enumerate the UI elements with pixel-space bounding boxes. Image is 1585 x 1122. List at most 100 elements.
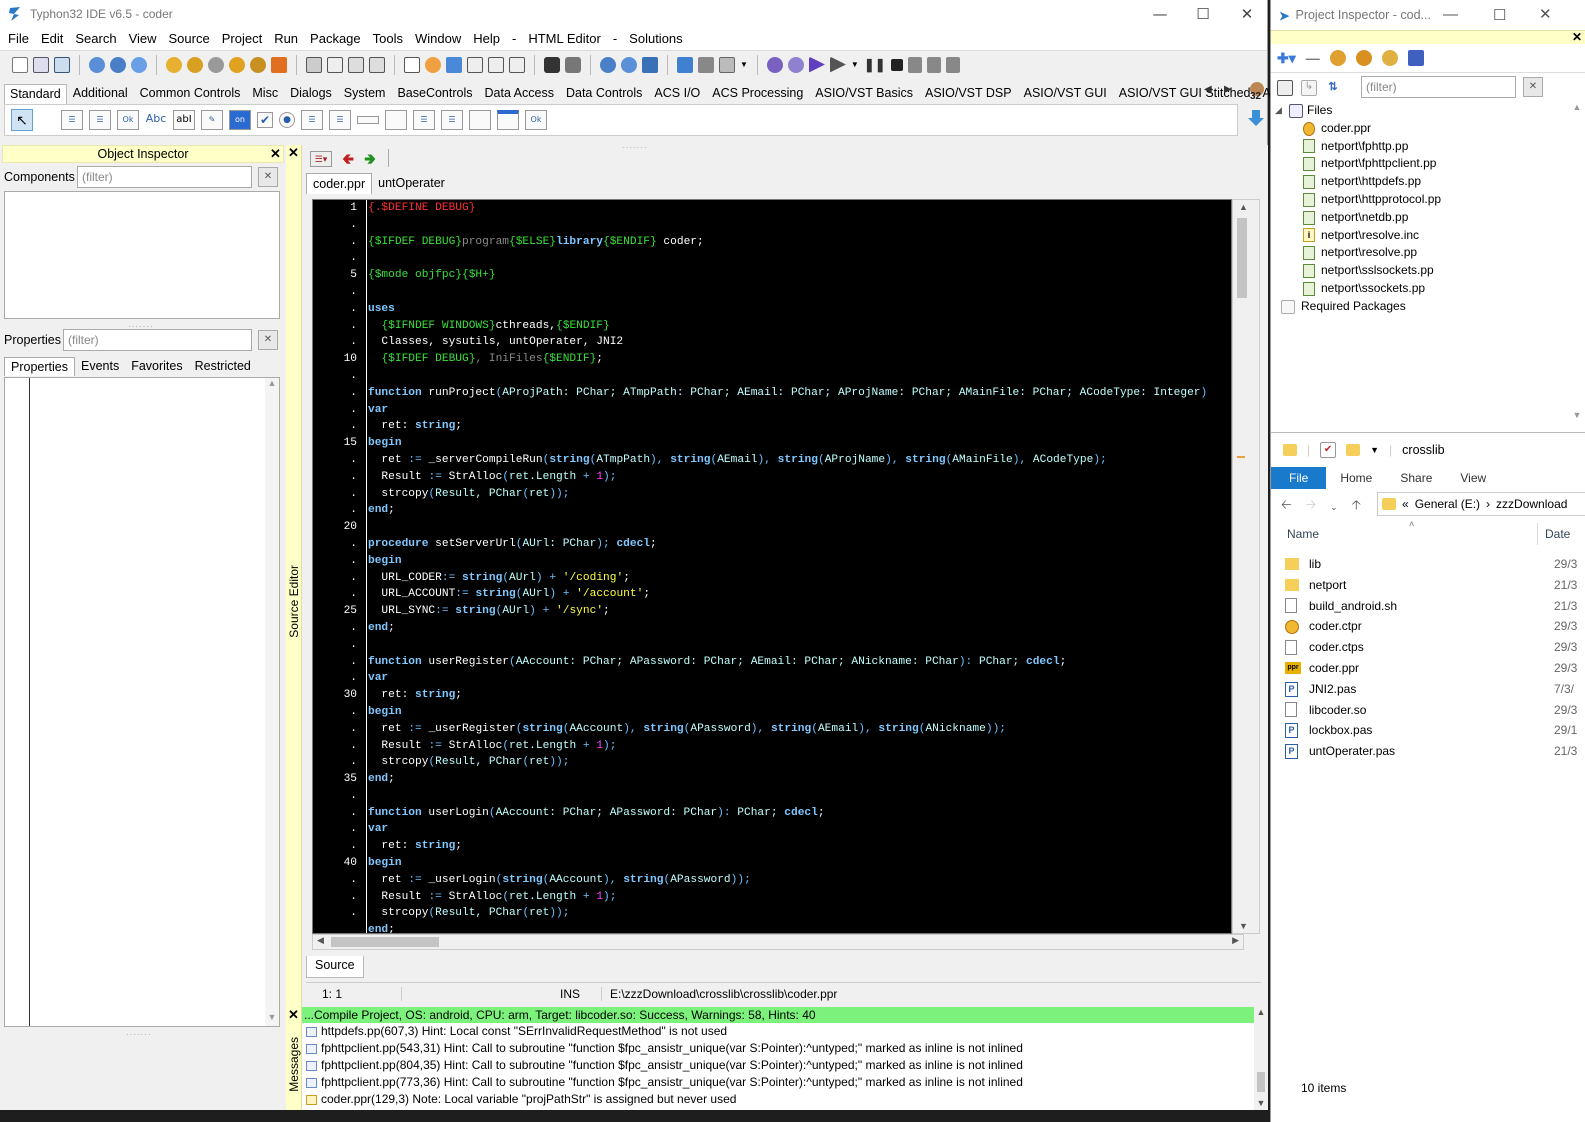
new-unit-icon[interactable] bbox=[54, 56, 70, 73]
pi-minimize-button[interactable]: — bbox=[1443, 6, 1458, 23]
code-line[interactable]: begin bbox=[368, 704, 1231, 721]
view-forms-icon[interactable] bbox=[404, 56, 420, 73]
pi-close-button[interactable]: ✕ bbox=[1539, 5, 1552, 23]
palette-tab-acs-processing[interactable]: ACS Processing bbox=[706, 83, 809, 104]
code-line[interactable]: {$IFDEF DEBUG}, IniFiles{$ENDIF}; bbox=[368, 351, 1231, 368]
forward-icon[interactable]: 🡢 bbox=[1306, 496, 1317, 518]
groupbox-component-icon[interactable] bbox=[385, 110, 407, 130]
msg-scroll-down-icon[interactable]: ▼ bbox=[1254, 1098, 1268, 1108]
explorer-item[interactable]: coder.ctpr 29/3 bbox=[1285, 616, 1585, 637]
code-line[interactable]: uses bbox=[368, 301, 1231, 318]
palette-tab-additional[interactable]: Additional bbox=[67, 83, 134, 104]
breadcrumb-folder[interactable]: zzzDownload bbox=[1496, 497, 1567, 511]
vertical-scroll-thumb[interactable] bbox=[1237, 218, 1247, 298]
pi-scrollbar[interactable]: ▲ ▼ bbox=[1569, 102, 1585, 422]
properties-check-icon[interactable]: ✔ bbox=[1320, 442, 1337, 458]
ribbon-tab-view[interactable]: View bbox=[1446, 467, 1500, 489]
back-icon[interactable]: 🡠 bbox=[1281, 496, 1292, 518]
code-line[interactable]: function userRegister(AAccount: PChar; A… bbox=[368, 654, 1231, 671]
new-file-icon[interactable] bbox=[12, 56, 28, 73]
explorer-item[interactable]: ppr coder.ppr 29/3 bbox=[1285, 658, 1585, 679]
tree-item-file[interactable]: netport\httpprotocol.pp bbox=[1271, 191, 1571, 209]
toggle-form-icon[interactable] bbox=[425, 56, 441, 73]
menu-item-file[interactable]: File bbox=[2, 28, 35, 50]
code-line[interactable]: Result := StrAlloc(ret.Length + 1); bbox=[368, 738, 1231, 755]
frame-component-icon[interactable] bbox=[497, 110, 519, 130]
close-button[interactable]: ✕ bbox=[1224, 0, 1270, 28]
code-area[interactable]: {.$DEFINE DEBUG} {$IFDEF DEBUG}program{$… bbox=[366, 200, 1231, 933]
gear-icon[interactable] bbox=[766, 56, 783, 73]
debug-window-icon[interactable] bbox=[600, 56, 616, 73]
quick-access-dropdown-icon[interactable]: ▼ bbox=[1370, 445, 1379, 455]
tree-item-file[interactable]: netport\sslsockets.pp bbox=[1271, 262, 1571, 280]
explorer-item[interactable]: lib 29/3 bbox=[1285, 554, 1585, 575]
palette-tab-standard[interactable]: Standard bbox=[4, 84, 67, 104]
gears-icon[interactable] bbox=[787, 56, 804, 73]
code-line[interactable]: Result := StrAlloc(ret.Length + 1); bbox=[368, 469, 1231, 486]
code-line[interactable]: function userLogin(AAccount: PChar; APas… bbox=[368, 805, 1231, 822]
palette-tab-basecontrols[interactable]: BaseControls bbox=[391, 83, 478, 104]
tab-favorites[interactable]: Favorites bbox=[125, 357, 188, 375]
code-line[interactable]: begin bbox=[368, 435, 1231, 452]
back-arrow-icon[interactable]: 🢀 bbox=[342, 149, 354, 174]
checkgroup-component-icon[interactable]: ☰ bbox=[441, 110, 463, 130]
palette-tab-common-controls[interactable]: Common Controls bbox=[134, 83, 247, 104]
code-line[interactable] bbox=[368, 368, 1231, 385]
code-line[interactable]: ret := _userRegister(string(AAccount), s… bbox=[368, 721, 1231, 738]
clear-properties-filter-icon[interactable]: ✕ bbox=[258, 330, 278, 350]
close-messages-icon[interactable]: ✕ bbox=[286, 1007, 301, 1023]
code-line[interactable]: {$IFNDEF WINDOWS}cthreads,{$ENDIF} bbox=[368, 318, 1231, 335]
edit-component-icon[interactable]: abI bbox=[173, 110, 195, 130]
palette-tab-acs-i-o[interactable]: ACS I/O bbox=[648, 83, 706, 104]
code-line[interactable] bbox=[368, 284, 1231, 301]
explorer-item[interactable]: Plockbox.pas 29/1 bbox=[1285, 720, 1585, 741]
code-line[interactable]: ret: string; bbox=[368, 418, 1231, 435]
editor-tab-untoperater[interactable]: untOperater bbox=[372, 173, 451, 193]
step-over-icon[interactable] bbox=[926, 56, 941, 73]
code-line[interactable]: ret := _userLogin(string(AAccount), stri… bbox=[368, 872, 1231, 889]
code-line[interactable]: {$IFDEF DEBUG}program{$ELSE}library{$END… bbox=[368, 234, 1231, 251]
tree-item-file[interactable]: i netport\resolve.inc bbox=[1271, 227, 1571, 245]
unit-list-icon[interactable] bbox=[467, 56, 483, 73]
project-options-icon[interactable] bbox=[1329, 50, 1346, 66]
code-line[interactable]: strcopy(Result, PChar(ret)); bbox=[368, 486, 1231, 503]
scroll-down-arrow-icon[interactable]: ▼ bbox=[1239, 921, 1248, 931]
code-line[interactable]: begin bbox=[368, 855, 1231, 872]
code-line[interactable] bbox=[368, 250, 1231, 267]
radio-component-icon[interactable]: ● bbox=[279, 112, 295, 128]
pi-dock-close-icon[interactable]: ✕ bbox=[1572, 30, 1582, 44]
tab-events[interactable]: Events bbox=[75, 357, 125, 375]
code-line[interactable]: URL_ACCOUNT:= string(AUrl) + '/account'; bbox=[368, 586, 1231, 603]
listbox-component-icon[interactable]: ☰ bbox=[301, 110, 323, 130]
palette-tab-data-controls[interactable]: Data Controls bbox=[560, 83, 648, 104]
recent-locations-icon[interactable]: ⌄ bbox=[1330, 502, 1338, 513]
build-icon[interactable] bbox=[271, 56, 287, 73]
clear-filter-icon[interactable]: ✕ bbox=[258, 167, 278, 187]
main-menu-component-icon[interactable]: ☰ bbox=[61, 110, 83, 130]
code-line[interactable]: ret: string; bbox=[368, 687, 1231, 704]
code-line[interactable] bbox=[368, 788, 1231, 805]
minimize-button[interactable]: — bbox=[1137, 0, 1183, 28]
popup-menu-component-icon[interactable]: ☰ bbox=[89, 110, 111, 130]
chevron-down-icon[interactable]: ▼ bbox=[740, 60, 748, 69]
explorer-item[interactable]: coder.ctps 29/3 bbox=[1285, 637, 1585, 658]
tree-item-file[interactable]: netport\fphttp.pp bbox=[1271, 138, 1571, 156]
options-icon[interactable] bbox=[719, 56, 735, 73]
menu-item-solutions[interactable]: Solutions bbox=[623, 28, 688, 50]
palette-tab-asio-vst-dsp[interactable]: ASIO/VST DSP bbox=[919, 83, 1018, 104]
pi-maximize-button[interactable]: ☐ bbox=[1493, 6, 1506, 24]
menu-item-html-editor[interactable]: HTML Editor bbox=[522, 28, 606, 50]
explorer-item[interactable]: P JNI2.pas 7/3/ bbox=[1285, 679, 1585, 700]
code-line[interactable]: end; bbox=[368, 771, 1231, 788]
ribbon-tab-file[interactable]: File bbox=[1271, 467, 1327, 489]
breadcrumb-drive[interactable]: General (E:) bbox=[1415, 497, 1480, 511]
message-item[interactable]: fphttpclient.pp(773,36) Hint: Call to su… bbox=[302, 1074, 1254, 1091]
properties-filter-input[interactable]: (filter) bbox=[63, 329, 252, 351]
source-bottom-tab[interactable]: Source bbox=[306, 956, 364, 978]
messages-scrollbar[interactable]: ▲ ▼ bbox=[1254, 1007, 1268, 1110]
scrollbar-component-icon[interactable] bbox=[357, 116, 379, 124]
code-line[interactable]: end; bbox=[368, 922, 1231, 933]
pi-scroll-down-icon[interactable]: ▼ bbox=[1569, 410, 1585, 420]
search-icon[interactable] bbox=[131, 56, 147, 73]
callstack-icon[interactable] bbox=[642, 56, 658, 73]
